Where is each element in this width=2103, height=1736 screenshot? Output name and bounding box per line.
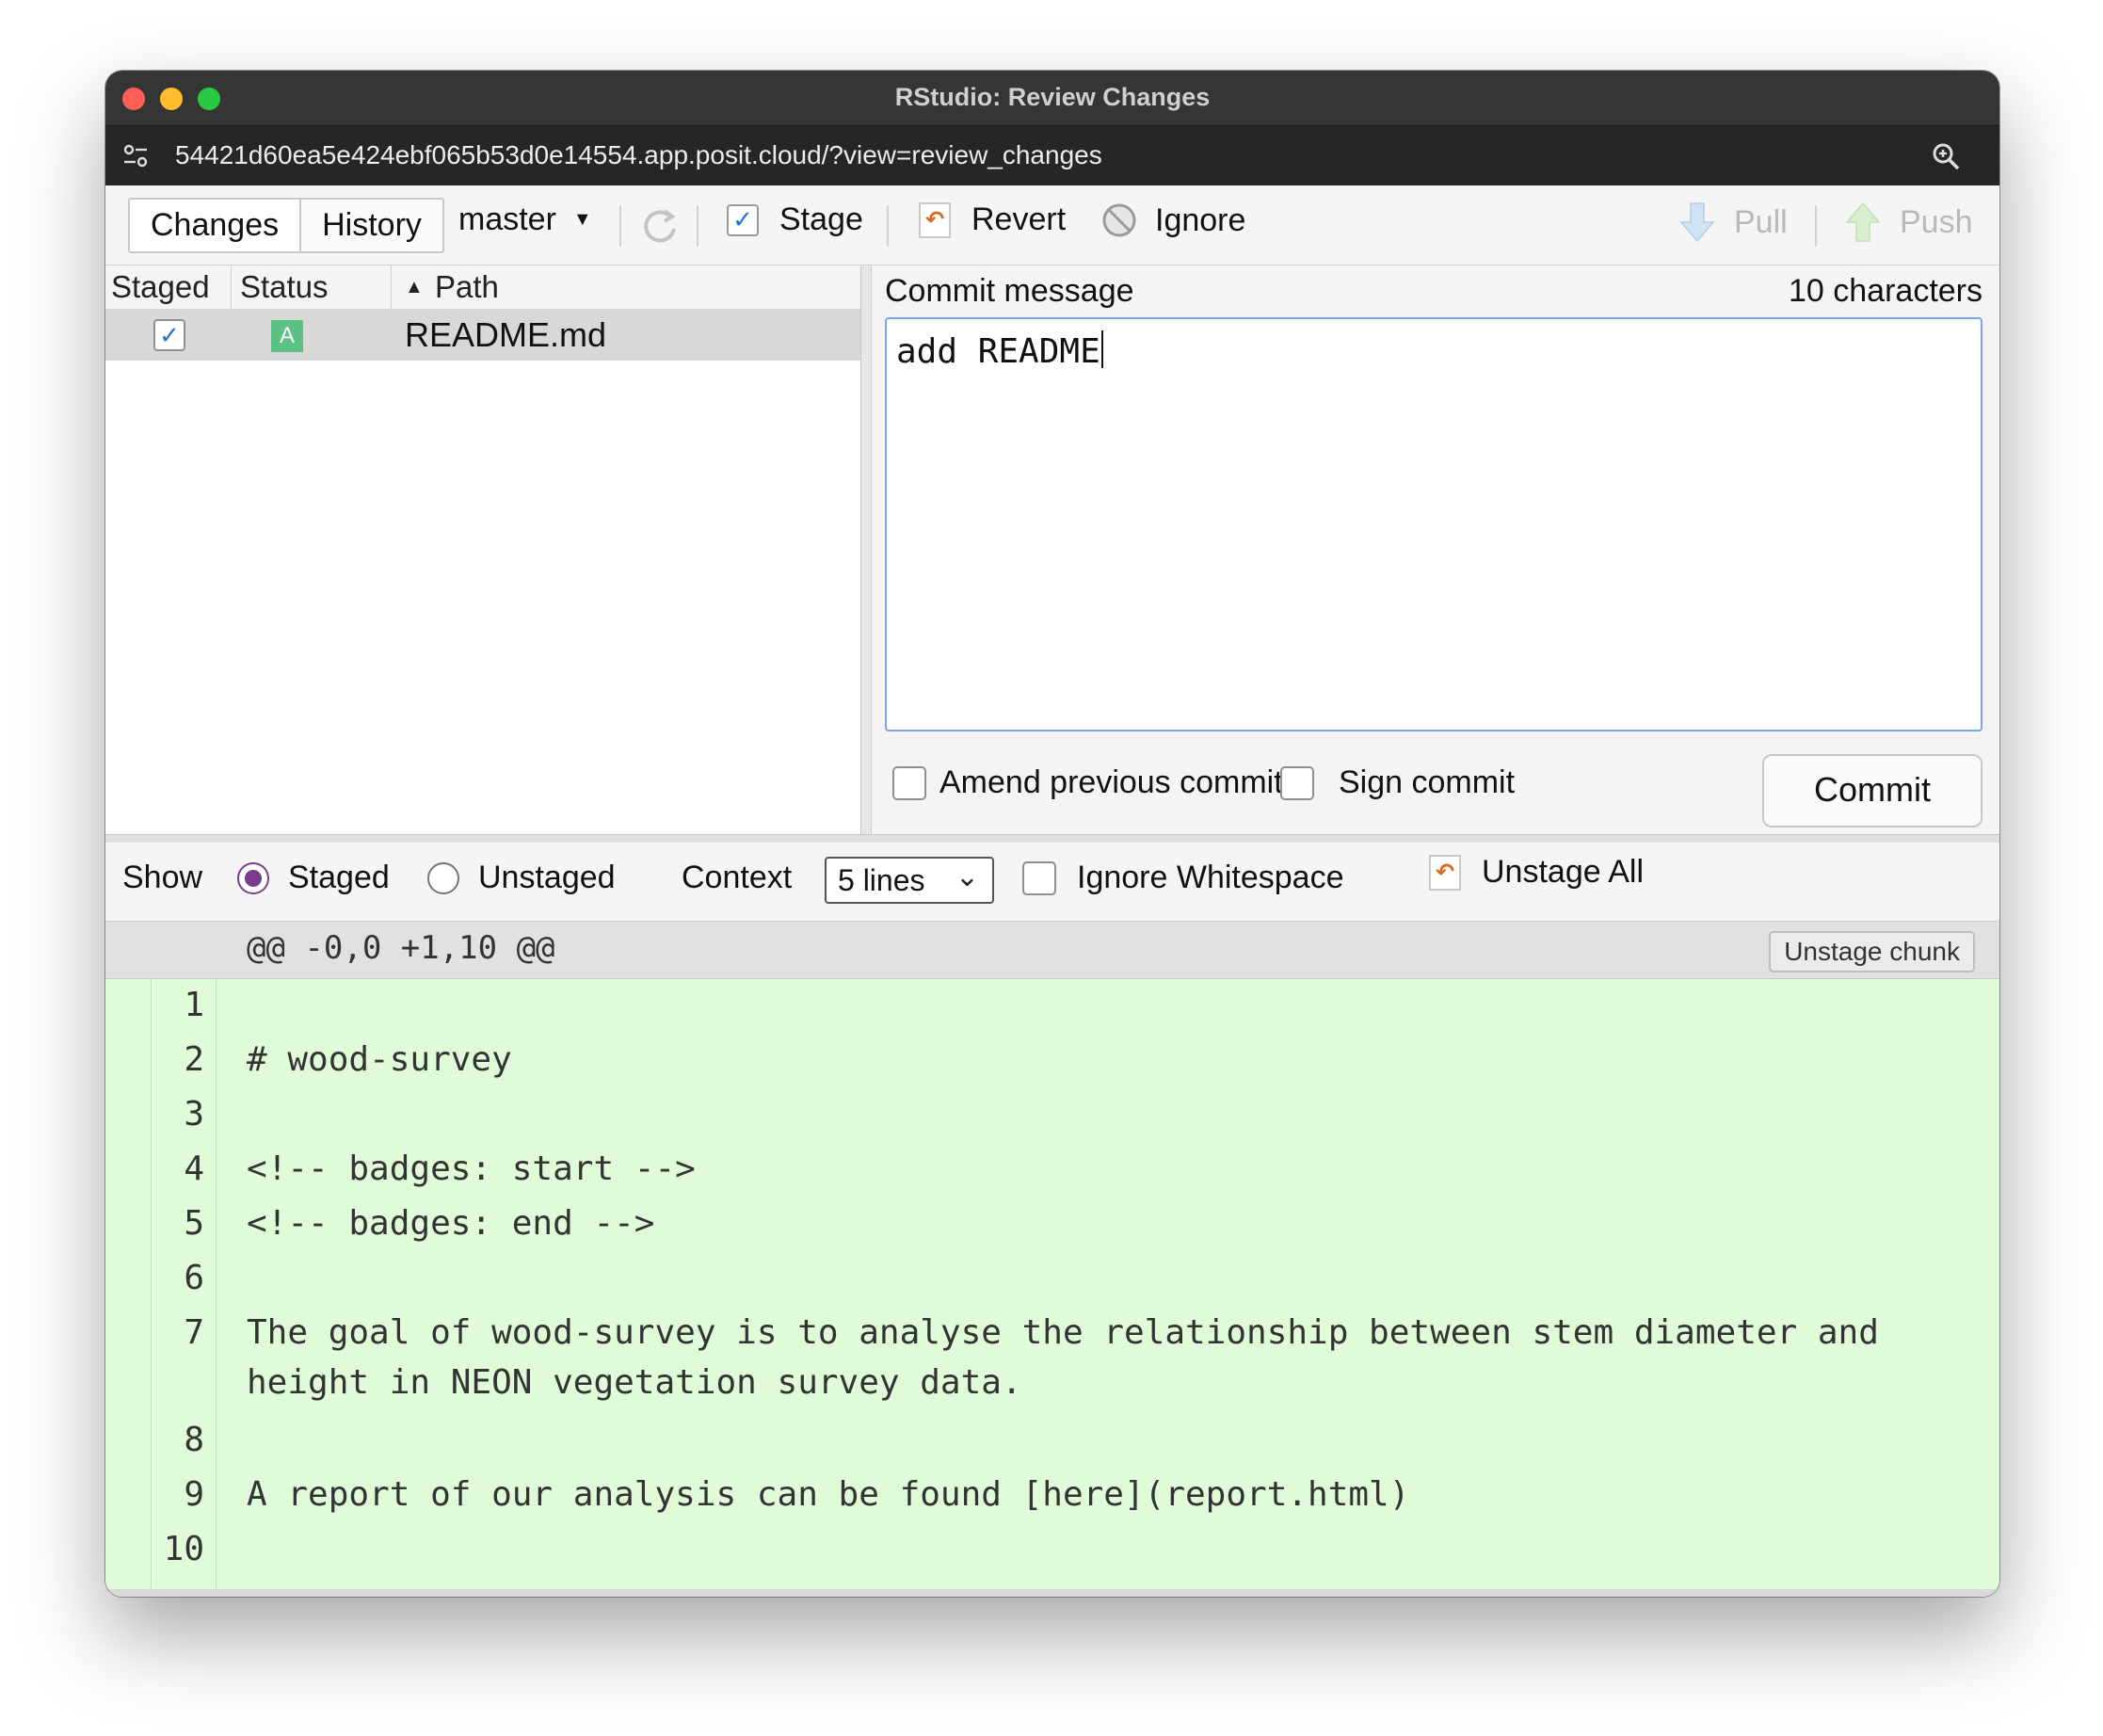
line-number: 9 — [184, 1475, 204, 1514]
diff-line[interactable]: 7 The goal of wood-survey is to analyse … — [105, 1313, 1999, 1417]
commit-button[interactable]: Commit — [1762, 754, 1983, 828]
pull-arrow-icon — [1679, 202, 1715, 243]
horizontal-scrollbar[interactable] — [105, 1589, 1999, 1597]
pull-label: Pull — [1734, 203, 1788, 240]
character-count: 10 characters — [1789, 273, 1983, 309]
sign-checkbox[interactable] — [1280, 765, 1314, 800]
tab-changes[interactable]: Changes — [130, 200, 300, 251]
site-settings-icon[interactable] — [120, 141, 151, 171]
line-text: <!-- badges: start --> — [247, 1149, 696, 1188]
url-bar: 54421d60ea5e424ebf065b53d0e14554.app.pos… — [105, 126, 1999, 185]
file-row[interactable]: ✓ A README.md — [105, 310, 860, 361]
ignore-whitespace-label: Ignore Whitespace — [1077, 860, 1344, 895]
text-caret — [1100, 330, 1103, 368]
line-number: 8 — [184, 1421, 204, 1459]
amend-label: Amend previous commit — [939, 764, 1283, 800]
line-text: # wood-survey — [247, 1040, 512, 1079]
sign-option[interactable]: Sign commit — [1280, 764, 1515, 801]
old-line-gutter — [105, 979, 152, 1597]
line-text: <!-- badges: end --> — [247, 1204, 655, 1243]
sign-label: Sign commit — [1339, 764, 1516, 800]
hunk-range: @@ -0,0 +1,10 @@ — [247, 929, 555, 967]
col-path-header[interactable]: Path — [435, 269, 499, 305]
zoom-icon[interactable] — [1930, 140, 1962, 172]
stage-label: Stage — [779, 201, 863, 237]
show-staged-label: Staged — [288, 860, 390, 895]
push-button[interactable]: Push — [1845, 201, 1973, 243]
title-bar: RStudio: Review Changes — [105, 71, 1999, 126]
vertical-splitter[interactable] — [861, 265, 872, 834]
unstage-all-label: Unstage All — [1482, 854, 1644, 890]
unstage-all-icon: ↶ — [1429, 854, 1461, 891]
context-value: 5 lines — [838, 863, 925, 897]
pull-button[interactable]: Pull — [1679, 201, 1788, 243]
tab-history[interactable]: History — [299, 200, 442, 251]
push-arrow-icon — [1845, 201, 1881, 242]
amend-checkbox[interactable] — [892, 765, 926, 800]
show-unstaged-radio[interactable]: Unstaged — [427, 860, 616, 896]
status-added-badge: A — [271, 320, 303, 352]
col-staged-header[interactable]: Staged — [111, 269, 210, 305]
ignore-whitespace-checkbox[interactable] — [1022, 860, 1056, 895]
branch-label: master — [458, 201, 556, 237]
push-label: Push — [1900, 203, 1973, 240]
radio-selected-icon — [237, 861, 269, 894]
file-list-header: Staged Status ▲ Path — [105, 265, 860, 310]
line-number: 1 — [184, 986, 204, 1024]
radio-empty-icon — [427, 861, 459, 894]
context-label: Context — [682, 860, 793, 895]
amend-option[interactable]: Amend previous commit — [892, 764, 1283, 801]
line-number: 10 — [163, 1530, 204, 1568]
commit-pane: Commit message 10 characters add README … — [872, 265, 1999, 834]
line-number: 7 — [184, 1313, 204, 1352]
chevron-down-icon: ⌄ — [955, 861, 979, 892]
refresh-icon[interactable] — [638, 205, 682, 249]
show-label: Show — [122, 860, 203, 895]
line-number: 6 — [184, 1259, 204, 1297]
staged-checkbox[interactable]: ✓ — [153, 319, 185, 351]
line-number: 2 — [184, 1040, 204, 1079]
unstage-chunk-button[interactable]: Unstage chunk — [1769, 931, 1975, 972]
commit-message-text: add README — [896, 332, 1100, 371]
commit-message-textarea[interactable]: add README — [885, 317, 1983, 731]
ignore-button[interactable]: Ignore — [1100, 201, 1245, 239]
line-text: A report of our analysis can be found [h… — [247, 1475, 1410, 1514]
hunk-header: @@ -0,0 +1,10 @@ Unstage chunk — [105, 922, 1999, 979]
url-text[interactable]: 54421d60ea5e424ebf065b53d0e14554.app.pos… — [175, 140, 1102, 170]
ignore-whitespace-option[interactable]: Ignore Whitespace — [1022, 860, 1344, 896]
view-tabs: Changes History — [128, 198, 444, 253]
col-status-header[interactable]: Status — [240, 269, 329, 305]
file-path: README.md — [405, 315, 607, 354]
diff-view: @@ -0,0 +1,10 @@ Unstage chunk 1 2 # wood… — [105, 922, 1999, 1597]
branch-dropdown[interactable]: master ▼ — [458, 201, 592, 238]
line-number: 5 — [184, 1204, 204, 1243]
line-number: 3 — [184, 1095, 204, 1133]
diff-options-bar: Show Staged Unstaged Context 5 lines ⌄ I… — [105, 843, 1999, 922]
caret-down-icon: ▼ — [572, 209, 592, 230]
revert-button[interactable]: ↶ Revert — [919, 201, 1066, 238]
ignore-label: Ignore — [1155, 201, 1246, 238]
stage-check-icon: ✓ — [727, 203, 759, 236]
commit-message-label: Commit message — [885, 273, 1134, 309]
window-title: RStudio: Review Changes — [894, 83, 1211, 111]
stage-button[interactable]: ✓ Stage — [727, 201, 863, 238]
revert-label: Revert — [971, 201, 1067, 237]
line-text-wrapped: height in NEON vegetation survey data. — [247, 1363, 1022, 1402]
show-unstaged-label: Unstaged — [478, 860, 616, 895]
show-staged-radio[interactable]: Staged — [237, 860, 390, 896]
unstage-all-button[interactable]: ↶ Unstage All — [1429, 854, 1644, 891]
context-select[interactable]: 5 lines ⌄ — [825, 857, 994, 904]
ignore-icon — [1102, 203, 1136, 237]
file-list-pane: Staged Status ▲ Path ✓ A README.md — [105, 265, 861, 834]
review-changes-window: RStudio: Review Changes 54421d60ea5e424e… — [105, 71, 1999, 1597]
line-number: 4 — [184, 1149, 204, 1188]
revert-icon: ↶ — [919, 201, 951, 238]
line-text: The goal of wood-survey is to analyse th… — [247, 1313, 1879, 1352]
sort-asc-icon: ▲ — [405, 277, 424, 297]
